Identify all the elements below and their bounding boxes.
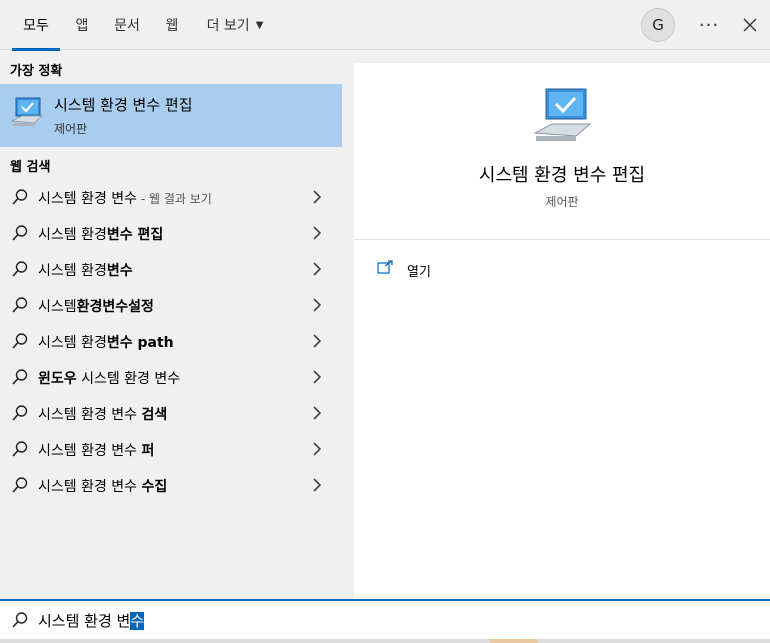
search-icon: [12, 441, 28, 457]
tab-more[interactable]: 더 보기 ▼: [200, 0, 270, 50]
tab-more-label: 더 보기: [206, 18, 250, 34]
chevron-right-icon: [313, 226, 322, 240]
item-text: 시스템 환경 변수: [38, 191, 138, 207]
item-bold-text: 변수: [106, 263, 133, 279]
detail-divider: [354, 239, 770, 240]
best-match-title: 시스템 환경 변수 편집: [54, 96, 193, 114]
item-text: 시스템 환경 변수: [76, 371, 181, 387]
top-tab-bar: 모두 앱 문서 웹 더 보기 ▼ G ···: [0, 0, 770, 51]
detail-pane: 시스템 환경 변수 편집 제어판 열기: [354, 63, 770, 599]
open-label: 열기: [407, 265, 431, 280]
web-search-item[interactable]: 시스템 환경변수 path: [0, 323, 342, 359]
web-search-item[interactable]: 시스템 환경 변수 검색: [0, 395, 342, 431]
search-icon: [12, 369, 28, 385]
search-bar[interactable]: 시스템 환경 변수: [0, 599, 770, 639]
item-bold-text: 검색: [141, 407, 168, 423]
account-avatar[interactable]: G: [641, 8, 675, 42]
more-options-button[interactable]: ···: [693, 8, 725, 42]
chevron-right-icon: [313, 262, 322, 276]
caret-down-icon: ▼: [255, 19, 264, 31]
search-icon: [12, 612, 28, 628]
web-search-item[interactable]: 시스템환경변수설정: [0, 287, 342, 323]
chevron-right-icon: [313, 298, 322, 312]
chevron-right-icon: [313, 334, 322, 348]
search-query-text: 시스템 환경 변: [38, 612, 131, 630]
search-icon: [12, 189, 28, 205]
item-text: 시스템 환경: [38, 227, 107, 243]
tab-web[interactable]: 웹: [158, 0, 186, 50]
search-icon: [12, 261, 28, 277]
web-search-item[interactable]: 시스템 환경 변수 - 웹 결과 보기: [0, 179, 342, 215]
close-button[interactable]: [734, 8, 766, 42]
item-bold-text: 변수 편집: [106, 227, 164, 243]
web-search-item[interactable]: 윈도우 시스템 환경 변수: [0, 359, 342, 395]
item-text: 시스템: [38, 299, 77, 315]
item-bold-text: 변수 path: [106, 335, 174, 351]
chevron-right-icon: [313, 370, 322, 384]
chevron-right-icon: [313, 406, 322, 420]
best-match-heading: 가장 정확: [10, 64, 63, 79]
detail-subtitle: 제어판: [545, 195, 579, 209]
search-icon: [12, 333, 28, 349]
taskbar-accent: [490, 639, 538, 643]
item-bold-text: 수집: [141, 479, 168, 495]
item-hint: - 웹 결과 보기: [137, 192, 212, 206]
item-bold-text: 윈도우: [38, 371, 77, 387]
tab-all[interactable]: 모두: [12, 0, 60, 51]
item-text: 시스템 환경: [38, 263, 107, 279]
web-search-item[interactable]: 시스템 환경변수 편집: [0, 215, 342, 251]
search-icon: [12, 405, 28, 421]
search-icon: [12, 477, 28, 493]
item-text: 시스템 환경 변수: [38, 443, 142, 459]
item-text: 시스템 환경 변수: [38, 407, 142, 423]
search-icon: [12, 225, 28, 241]
web-search-item[interactable]: 시스템 환경 변수 수집: [0, 467, 342, 503]
search-input[interactable]: 시스템 환경 변수: [38, 610, 145, 631]
computer-monitor-icon: [10, 97, 44, 126]
search-icon: [12, 297, 28, 313]
web-search-item[interactable]: 시스템 환경변수: [0, 251, 342, 287]
chevron-right-icon: [313, 442, 322, 456]
best-match-subtitle: 제어판: [54, 122, 88, 136]
chevron-right-icon: [313, 190, 322, 204]
taskbar-strip: [0, 639, 770, 643]
item-bold-text: 퍼: [141, 443, 155, 459]
tab-documents[interactable]: 문서: [108, 0, 146, 50]
tab-apps[interactable]: 앱: [68, 0, 96, 50]
detail-title: 시스템 환경 변수 편집: [478, 165, 646, 186]
web-search-item[interactable]: 시스템 환경 변수 퍼: [0, 431, 342, 467]
item-bold-text: 환경변수설정: [76, 299, 154, 315]
best-match-item[interactable]: 시스템 환경 변수 편집 제어판: [0, 84, 342, 147]
results-pane: 가장 정확 시스템 환경 변수 편집 제어판 웹 검색 시스템 환경 변수 - …: [0, 51, 342, 599]
web-search-heading: 웹 검색: [10, 160, 51, 175]
close-icon: [743, 18, 757, 32]
chevron-right-icon: [313, 478, 322, 492]
open-external-icon: [377, 260, 393, 274]
item-text: 시스템 환경: [38, 335, 107, 351]
item-text: 시스템 환경 변수: [38, 479, 142, 495]
computer-monitor-icon: [533, 88, 592, 141]
search-query-selection: 수: [130, 612, 145, 630]
open-action[interactable]: 열기: [374, 256, 574, 280]
